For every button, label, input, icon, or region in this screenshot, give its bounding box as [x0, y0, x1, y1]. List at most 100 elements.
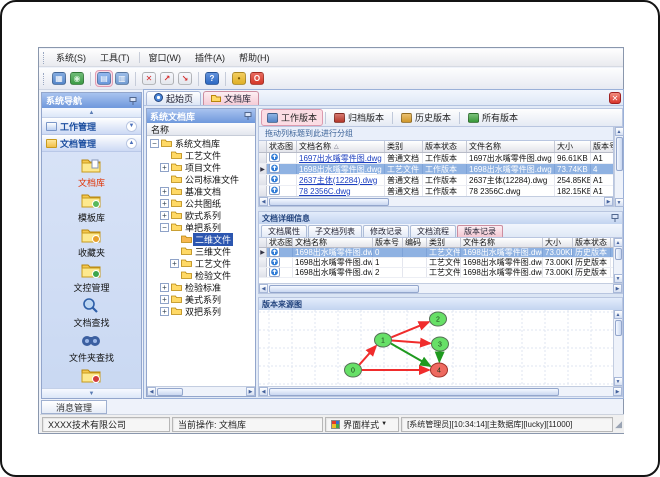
sidebar-item-3[interactable]: 文控管理 [46, 261, 137, 295]
tree-expand-icon[interactable]: + [160, 282, 169, 292]
message-management-tab[interactable]: 消息管理 [41, 400, 107, 414]
sidebar-group-work[interactable]: 工作管理 ▼ [42, 118, 141, 135]
detail-tab-4[interactable]: 版本记录 [457, 225, 503, 237]
column-header-1[interactable]: 文档名称 △ [297, 141, 385, 152]
scroll-up-icon[interactable]: ▲ [613, 310, 622, 319]
table-row[interactable]: 1697出水嘴零件图.dwg 普通文档 工作版本 1697出水嘴零件图.dwg 96.6… [259, 153, 613, 164]
pin-icon[interactable] [244, 112, 252, 120]
column-header-0[interactable]: 状态图 [267, 141, 297, 152]
column-header-5[interactable]: 大小 [555, 141, 591, 152]
document-link[interactable]: 2637主体(12284).dwg [299, 175, 377, 185]
tree-expand-icon[interactable]: + [170, 258, 179, 268]
version-filter-3[interactable]: 所有版本 [463, 110, 523, 125]
version-table-vscrollbar[interactable]: ▲ ▼ [613, 238, 622, 283]
scroll-right-icon[interactable]: ▶ [604, 197, 613, 206]
version-filter-1[interactable]: 归档版本 [329, 110, 389, 125]
table-row[interactable]: 2637主体(12284).dwg 普通文档 工作版本 2637主体(12284).d… [259, 175, 613, 186]
column-header-0[interactable]: 状态图 [267, 238, 293, 247]
version-filter-0[interactable]: 工作版本 [260, 109, 324, 126]
scroll-thumb[interactable] [157, 387, 183, 396]
table-row[interactable]: 1698出水嘴零件图.dwg 2 工艺文件 1698出水嘴零件图.dwg 73.00KB… [259, 268, 622, 278]
scroll-down-icon[interactable]: ▼ [613, 274, 622, 283]
sidebar-scroll-down[interactable]: ▼ [42, 388, 141, 398]
power-icon[interactable]: O [249, 71, 265, 86]
scroll-left-icon[interactable]: ◀ [259, 197, 268, 206]
scroll-down-icon[interactable]: ▼ [613, 377, 622, 386]
pin-icon[interactable] [129, 96, 137, 105]
column-header-7[interactable]: 版本状态 [573, 238, 611, 247]
sidebar-item-5[interactable]: 文件夹查找 [46, 331, 137, 365]
tab-0[interactable]: 起始页 [146, 91, 202, 105]
scroll-down-icon[interactable]: ▼ [614, 198, 624, 207]
resize-grip-icon[interactable]: ◢ [615, 419, 622, 430]
scroll-thumb[interactable] [614, 248, 622, 260]
tree-node-11[interactable]: 检验文件 [147, 269, 255, 281]
scroll-thumb[interactable] [269, 197, 389, 206]
column-header-5[interactable]: 文件名称 [461, 238, 543, 247]
menu-item-3[interactable]: 插件(A) [188, 49, 232, 66]
column-header-4[interactable]: 类别 [427, 238, 461, 247]
tree-expand-icon[interactable]: + [160, 186, 169, 196]
window-export-icon[interactable]: ↗ [159, 71, 175, 86]
tree-expand-icon[interactable]: + [160, 306, 169, 316]
document-link[interactable]: 1697出水嘴零件图.dwg [299, 153, 382, 163]
menu-item-0[interactable]: 系统(S) [49, 49, 93, 66]
sidebar-item-6[interactable]: 签出的文档 [46, 366, 137, 388]
tree-expand-icon[interactable]: + [160, 162, 169, 172]
window-close-icon[interactable]: ✕ [141, 71, 157, 86]
detail-tab-0[interactable]: 文档属性 [261, 225, 307, 237]
tree-expand-icon[interactable]: + [160, 210, 169, 220]
tree-expand-icon[interactable]: + [160, 294, 169, 304]
scroll-left-icon[interactable]: ◀ [259, 387, 268, 396]
table-row[interactable]: ▶ 1698出水嘴零件图.dwg 0 工艺文件 1698出水嘴零件图.dwg 73.00K… [259, 248, 622, 258]
tree-node-9[interactable]: 三维文件 [147, 245, 255, 257]
window-import-icon[interactable]: ↘ [177, 71, 193, 86]
sidebar-item-4[interactable]: 文档查找 [46, 296, 137, 330]
chevron-down-icon[interactable]: ▼ [126, 120, 137, 132]
column-header-3[interactable]: 编码 [403, 238, 427, 247]
sidebar-scroll-up[interactable]: ▲ [42, 108, 141, 118]
tab-1[interactable]: 文档库 [203, 91, 260, 105]
tree-node-5[interactable]: + 公共图纸 [147, 197, 255, 209]
scroll-thumb[interactable] [615, 137, 623, 171]
scroll-up-icon[interactable]: ▲ [614, 127, 624, 136]
doc-table-vscrollbar[interactable]: ▲ ▼ [614, 127, 624, 207]
sidebar-group-doc[interactable]: 文档管理 ▲ [42, 135, 141, 152]
ui-style-button[interactable]: 界面样式 ▼ [325, 416, 400, 432]
folder-window-icon[interactable]: ▤ [95, 70, 113, 87]
scroll-right-icon[interactable]: ▶ [613, 387, 622, 396]
table-row[interactable]: 1698出水嘴零件图.dwg 1 工艺文件 1698出水嘴零件图.dwg 73.00KB… [259, 258, 622, 268]
tree-expand-icon[interactable]: + [160, 198, 169, 208]
sidebar-item-2[interactable]: 收藏夹 [46, 226, 137, 260]
column-header-2[interactable]: 版本号 [373, 238, 403, 247]
detail-tab-3[interactable]: 文档流程 [410, 225, 456, 237]
document-link[interactable]: 1698出水嘴零件图.dwg [299, 164, 382, 174]
sidebar-item-1[interactable]: 模板库 [46, 191, 137, 225]
lock-icon[interactable]: • [231, 71, 247, 86]
help-icon[interactable]: ? [204, 71, 220, 86]
tree-node-6[interactable]: + 欧式系列 [147, 209, 255, 221]
tab-close-button[interactable]: ✕ [609, 92, 621, 104]
column-header-6[interactable]: 版本号 [591, 141, 613, 152]
tree-node-1[interactable]: 工艺文件 [147, 149, 255, 161]
scroll-thumb[interactable] [269, 387, 559, 396]
tree-node-14[interactable]: + 双把系列 [147, 305, 255, 317]
workspace-icon[interactable]: ▦ [51, 71, 67, 86]
tree-node-2[interactable]: + 项目文件 [147, 161, 255, 173]
scroll-thumb[interactable] [269, 284, 419, 293]
scroll-thumb[interactable] [614, 320, 622, 336]
chevron-up-icon[interactable]: ▲ [126, 137, 137, 149]
tree-node-8[interactable]: 二维文件 [147, 232, 255, 246]
scroll-right-icon[interactable]: ▶ [613, 284, 622, 293]
graph-hscrollbar[interactable]: ◀ ▶ [259, 386, 622, 396]
column-header-3[interactable]: 版本状态 [423, 141, 467, 152]
table-row[interactable]: 78 2356C.dwg 普通文档 工作版本 78 2356C.dwg 182.15KB… [259, 186, 613, 196]
menu-item-4[interactable]: 帮助(H) [232, 49, 277, 66]
layout-window-icon[interactable]: ▥ [114, 71, 130, 86]
tree-node-0[interactable]: − 系统文档库 [147, 137, 255, 149]
tree-expand-icon[interactable]: − [160, 222, 169, 232]
tree-node-12[interactable]: + 检验标准 [147, 281, 255, 293]
version-filter-2[interactable]: 历史版本 [396, 110, 456, 125]
document-link[interactable]: 78 2356C.dwg [299, 187, 351, 196]
pin-icon[interactable] [611, 214, 619, 222]
